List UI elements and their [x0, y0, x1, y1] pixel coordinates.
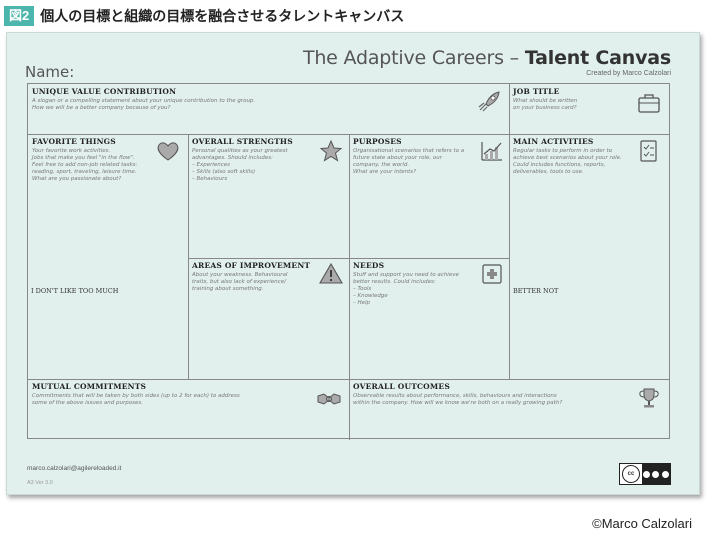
star-icon [318, 139, 344, 163]
figure-title: 個人の目標と組織の目標を融合させるタレントキャンバス [40, 9, 405, 25]
name-label: Name: [25, 63, 75, 81]
figure-header: 図2 個人の目標と組織の目標を融合させるタレントキャンバス [4, 6, 404, 26]
sa-icon [661, 470, 669, 478]
briefcase-icon [636, 91, 662, 115]
cell-title: Overall Outcomes [353, 382, 450, 391]
first-aid-icon [479, 262, 505, 286]
checklist-icon [636, 139, 662, 163]
brand-prefix: The Adaptive Careers – [302, 47, 525, 69]
cell-overall-outcomes[interactable]: Overall Outcomes Observable results abou… [349, 379, 669, 440]
cc-license-badge: cc [619, 463, 671, 485]
growth-chart-icon [479, 139, 505, 163]
cell-desc: A slogan or a compelling statement about… [32, 98, 256, 111]
better-not-label: Better not [513, 287, 559, 295]
nc-icon [652, 470, 660, 478]
heart-icon [155, 139, 181, 163]
dont-like-label: I don't like too much [31, 287, 119, 295]
trophy-icon [636, 386, 662, 410]
cell-favorite-things[interactable]: Favorite Things Your favorite work activ… [28, 134, 188, 379]
cell-desc: Observable results about performance, sk… [353, 393, 563, 406]
brand-subtitle: Created by Marco Calzolari [586, 70, 671, 77]
handshake-icon [316, 386, 342, 410]
version-label: A3 Ver 3.0 [27, 480, 53, 486]
canvas-grid: Unique Value Contribution A slogan or a … [27, 83, 670, 440]
by-icon [643, 470, 651, 478]
figure-badge: 図2 [4, 6, 35, 26]
rocket-icon [476, 90, 502, 114]
cell-mutual-commitments[interactable]: Mutual Commitments Commitments that will… [28, 379, 349, 440]
cell-title: Unique Value Contribution [32, 87, 177, 96]
author-email: marco.calzolari@agilereloaded.it [27, 465, 122, 472]
cell-main-activities[interactable]: Main Activities Regular tasks to perform… [509, 134, 669, 379]
license-icons [642, 464, 670, 484]
cell-desc: Commitments that will be taken by both s… [32, 393, 240, 406]
cell-title: Mutual Commitments [32, 382, 147, 391]
copyright: ©Marco Calzolari [592, 516, 692, 531]
warning-icon [318, 262, 344, 286]
cell-unique-value[interactable]: Unique Value Contribution A slogan or a … [28, 84, 509, 134]
brand-bold: Talent Canvas [524, 47, 671, 69]
cc-icon: cc [622, 465, 640, 483]
talent-canvas: Name: The Adaptive Careers – Talent Canv… [6, 32, 700, 495]
brand-title: The Adaptive Careers – Talent Canvas [303, 47, 671, 69]
